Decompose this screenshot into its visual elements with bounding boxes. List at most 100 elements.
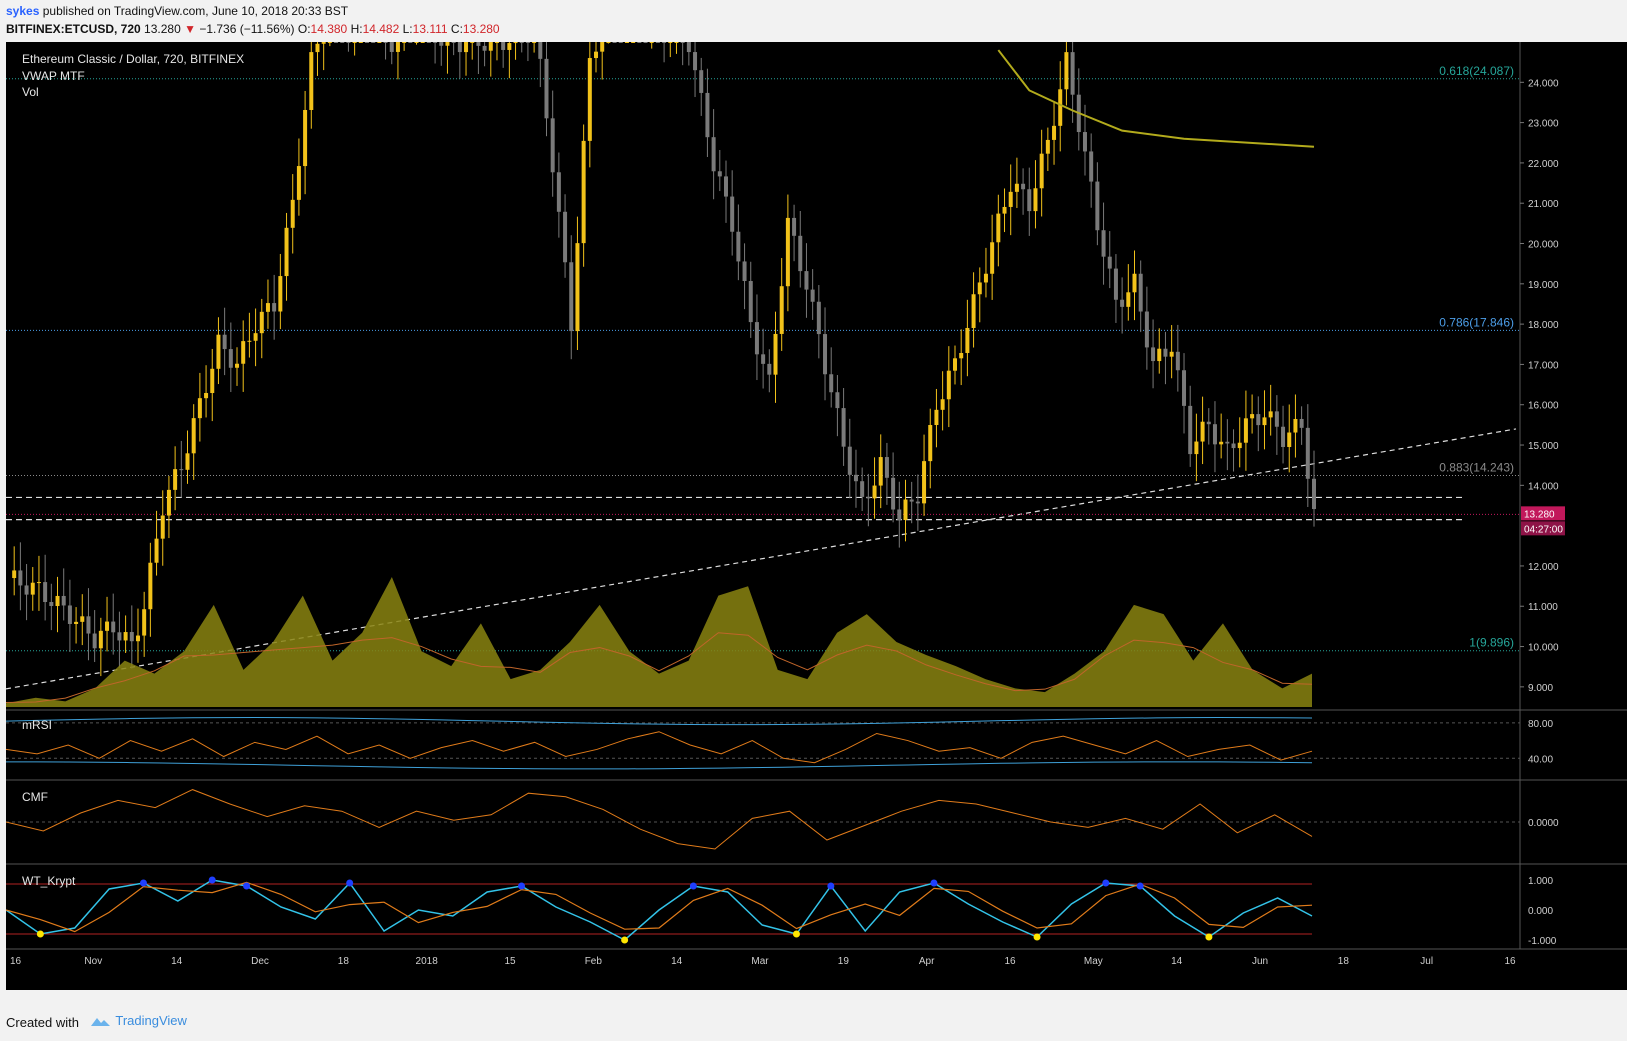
mrsi-tick-label: 40.00: [1528, 754, 1553, 765]
fib-level-label: 0.786(17.846): [1439, 315, 1514, 329]
candle-body: [1027, 189, 1032, 212]
wt-signal-dot: [346, 879, 354, 887]
candle-body: [55, 595, 60, 607]
candle-body: [909, 499, 914, 502]
chart-canvas[interactable]: 24.000 23.000 22.000 21.000 20.000 19.000 18.0…: [6, 42, 1627, 990]
wt-tick-label: -1.000: [1528, 936, 1557, 947]
candle-body: [24, 585, 29, 595]
candle-body: [971, 294, 976, 328]
candle-body: [891, 477, 896, 510]
tradingview-logo[interactable]: TradingView: [88, 1013, 187, 1029]
cmf-line: [6, 789, 1313, 850]
wt-signal-dot: [930, 879, 938, 887]
candle-body: [228, 349, 233, 368]
x-tick-label: 15: [504, 956, 516, 967]
y-tick-label: 14.000: [1528, 481, 1559, 492]
x-tick-label: Jun: [1252, 956, 1268, 967]
created-with: Created with: [6, 1015, 79, 1030]
y-tick-label: 22.000: [1528, 159, 1559, 170]
candle-body: [884, 457, 889, 478]
candle-body: [841, 408, 846, 447]
x-tick-label: Feb: [585, 956, 603, 967]
high-value: 14.482: [362, 22, 400, 36]
candle-body: [1089, 151, 1094, 182]
candle-body: [420, 42, 425, 43]
candle-body: [810, 289, 815, 302]
candle-body: [408, 42, 413, 43]
candle-body: [1219, 441, 1224, 445]
candle-body: [1274, 411, 1279, 427]
candle-body: [129, 632, 134, 642]
candle-body: [135, 635, 140, 642]
candle-body: [940, 399, 945, 410]
candle-body: [903, 499, 908, 521]
candle-body: [1287, 432, 1292, 448]
candle-body: [439, 42, 444, 46]
wt-tick-label: 1.000: [1528, 876, 1553, 887]
candle-body: [804, 271, 809, 290]
candle-body: [414, 42, 419, 43]
candle-body: [1293, 418, 1298, 433]
cmf-tick-label: 0.0000: [1528, 818, 1559, 829]
wt-slow-line: [6, 881, 1313, 933]
symbol-line: BITFINEX:ETCUSD, 720 13.280 ▼ −1.736 (−1…: [6, 22, 500, 36]
wt-signal-dot: [243, 882, 251, 890]
candle-body: [983, 273, 988, 283]
candle-body: [1002, 206, 1007, 214]
candle-body: [1312, 478, 1316, 510]
candle-body: [581, 140, 586, 244]
candle-body: [717, 171, 722, 177]
candle-body: [1281, 426, 1286, 448]
y-tick-label: 10.000: [1528, 643, 1559, 654]
candle-body: [1206, 421, 1211, 425]
candle-body: [1262, 417, 1267, 426]
candle-body: [191, 418, 196, 454]
candle-body: [433, 42, 438, 43]
candle-body: [662, 42, 667, 43]
wt-signal-dot: [36, 930, 44, 938]
x-tick-label: 16: [1004, 956, 1016, 967]
x-tick-label: 14: [1171, 956, 1183, 967]
candle-body: [61, 595, 66, 606]
candle-body: [847, 446, 852, 475]
candle-body: [754, 322, 759, 355]
candle-body: [74, 621, 79, 624]
candle-body: [575, 243, 580, 332]
candle-body: [265, 303, 270, 312]
tradingview-label: TradingView: [115, 1013, 187, 1028]
candle-body: [773, 333, 778, 375]
candle-body: [235, 363, 240, 368]
candle-body: [600, 42, 605, 52]
candle-body: [148, 562, 153, 610]
x-tick-label: 16: [10, 956, 22, 967]
wt-tick-label: 0.000: [1528, 906, 1553, 917]
candle-body: [977, 282, 982, 295]
author-link[interactable]: sykes: [6, 4, 39, 18]
x-tick-label: Apr: [919, 956, 935, 967]
wt-signal-dot: [139, 879, 147, 887]
candle-body: [464, 42, 469, 53]
candle-body: [426, 42, 431, 43]
candle-body: [816, 301, 821, 335]
candle-body: [395, 42, 400, 52]
x-tick-label: 2018: [416, 956, 439, 967]
candle-body: [1250, 414, 1255, 419]
header: sykes published on TradingView.com, June…: [0, 0, 1627, 40]
y-tick-label: 9.000: [1528, 683, 1553, 694]
candle-body: [637, 42, 642, 43]
y-tick-label: 12.000: [1528, 562, 1559, 573]
price-change: −1.736 (−11.56%): [199, 22, 295, 36]
candle-body: [18, 570, 23, 586]
candle-body: [210, 368, 215, 394]
candle-body: [86, 616, 91, 634]
candle-body: [30, 582, 35, 595]
y-tick-label: 17.000: [1528, 360, 1559, 371]
candle-body: [179, 469, 184, 471]
candle-body: [476, 42, 481, 46]
wt-signal-dot: [518, 882, 526, 890]
candle-body: [309, 52, 314, 110]
chart-area[interactable]: 24.000 23.000 22.000 21.000 20.000 19.000 18.0…: [6, 42, 1627, 990]
candle-body: [1126, 292, 1131, 307]
candle-body: [457, 42, 462, 53]
candle-body: [767, 363, 772, 375]
